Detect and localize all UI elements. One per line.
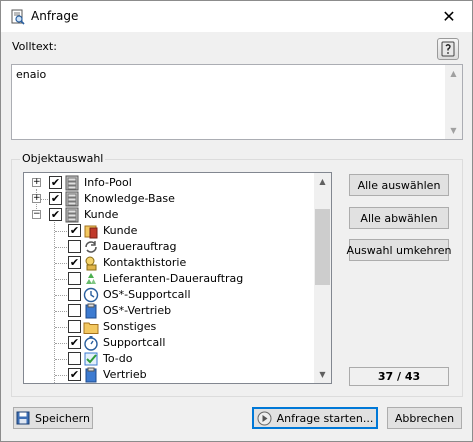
- checkbox-checked[interactable]: ✔: [49, 192, 62, 205]
- tree-label: Info-Pool: [84, 176, 132, 189]
- objektauswahl-title: Objektauswahl: [20, 152, 106, 165]
- clipboard-blue-icon: [85, 303, 97, 319]
- tree-label: Dauerauftrag: [103, 240, 177, 253]
- tree-line: [55, 279, 67, 280]
- cabinet-icon: [65, 207, 79, 223]
- tree-label: Kunde: [84, 208, 119, 221]
- volltext-value: enaio: [16, 68, 47, 81]
- tree-row-lieferanten-dauerauftrag[interactable]: Lieferanten-Dauerauftrag: [24, 271, 314, 287]
- close-button[interactable]: ✕: [426, 1, 472, 32]
- tree-row-os-vertrieb[interactable]: OS*-Vertrieb: [24, 303, 314, 319]
- scroll-up-arrow-icon[interactable]: ▲: [445, 65, 462, 82]
- volltext-label: Volltext:: [12, 40, 57, 53]
- tree-line: [55, 327, 67, 328]
- checkbox-checked[interactable]: ✔: [68, 224, 81, 237]
- clipboard-blue-icon: [85, 367, 97, 383]
- checkbox-unchecked[interactable]: [68, 352, 81, 365]
- collapse-minus-icon[interactable]: −: [32, 210, 41, 219]
- close-icon: ✕: [442, 7, 456, 26]
- tree-line: [41, 199, 48, 200]
- play-circle-icon: [257, 411, 272, 425]
- expand-plus-icon[interactable]: +: [32, 194, 41, 203]
- deselect-all-button[interactable]: Alle abwählen: [349, 207, 449, 229]
- start-query-button[interactable]: Anfrage starten...: [252, 407, 378, 429]
- tree-label: Kunde: [103, 224, 138, 237]
- cabinet-icon: [65, 175, 79, 191]
- checkbox-unchecked[interactable]: [68, 304, 81, 317]
- scroll-down-arrow-icon[interactable]: ▼: [314, 366, 331, 383]
- cancel-button[interactable]: Abbrechen: [387, 407, 462, 429]
- tree-row-to-do[interactable]: To-do: [24, 351, 314, 367]
- selection-count: 37 / 43: [349, 367, 449, 386]
- tree-label: OS*-Supportcall: [103, 288, 191, 301]
- tree-label: OS*-Vertrieb: [103, 304, 172, 317]
- tree-line: [55, 263, 67, 264]
- tree-line: [55, 295, 67, 296]
- volltext-input[interactable]: enaio ▲ ▼: [11, 64, 463, 140]
- save-button[interactable]: Speichern: [13, 407, 93, 429]
- todo-check-icon: [84, 352, 98, 366]
- checkbox-checked[interactable]: ✔: [49, 208, 62, 221]
- tree-row-os-supportcall[interactable]: OS*-Supportcall: [24, 287, 314, 303]
- scroll-up-arrow-icon[interactable]: ▲: [314, 173, 331, 190]
- recurring-arrows-icon: [85, 241, 97, 253]
- folder-icon: [83, 322, 99, 334]
- tree-row-knowledge-base[interactable]: + ✔ Knowledge-Base: [24, 191, 314, 207]
- checkbox-unchecked[interactable]: [68, 320, 81, 333]
- tree-row-vertrieb[interactable]: ✔ Vertrieb: [24, 367, 314, 383]
- window-title: Anfrage: [31, 9, 79, 23]
- tree-label: Sonstiges: [103, 320, 157, 333]
- tree-line: [55, 343, 67, 344]
- checkbox-unchecked[interactable]: [68, 272, 81, 285]
- recycle-icon: [86, 273, 96, 284]
- tree-row-kunde-cabinet[interactable]: − ✔ Kunde: [24, 207, 314, 223]
- object-tree[interactable]: + ✔ Info-Pool + ✔ Knowledge-Base − ✔ Kun…: [23, 172, 332, 384]
- scroll-down-arrow-icon[interactable]: ▼: [445, 122, 462, 139]
- tree-line: [55, 311, 67, 312]
- tree-line: [55, 247, 67, 248]
- checkbox-checked[interactable]: ✔: [68, 368, 81, 381]
- tree-label: Kontakthistorie: [103, 256, 187, 269]
- tree-scrollbar[interactable]: ▲ ▼: [314, 173, 331, 383]
- anfrage-dialog: Anfrage ✕ Volltext: enaio ▲ ▼ Objektausw…: [0, 0, 473, 442]
- tree-line: [55, 231, 67, 232]
- save-label: Speichern: [35, 411, 90, 425]
- tree-label: To-do: [103, 352, 133, 365]
- document-search-icon: [11, 9, 25, 25]
- question-book-icon: [441, 41, 455, 57]
- scroll-thumb[interactable]: [315, 209, 330, 285]
- tree-label: Knowledge-Base: [84, 192, 175, 205]
- tree-row-kontakthistorie[interactable]: ✔ Kontakthistorie: [24, 255, 314, 271]
- expand-plus-icon[interactable]: +: [32, 178, 41, 187]
- stopwatch-icon: [84, 336, 98, 351]
- tree-line: [55, 375, 67, 376]
- query-help-button[interactable]: [437, 38, 459, 60]
- contact-history-icon: [85, 256, 97, 271]
- tree-row-sonstiges[interactable]: Sonstiges: [24, 319, 314, 335]
- checkbox-checked[interactable]: ✔: [49, 176, 62, 189]
- tree-row-kunde[interactable]: ✔ Kunde: [24, 223, 314, 239]
- floppy-disk-icon: [16, 411, 30, 425]
- tree-row-supportcall[interactable]: ✔ Supportcall: [24, 335, 314, 351]
- tree-row-info-pool[interactable]: + ✔ Info-Pool: [24, 175, 314, 191]
- checkbox-unchecked[interactable]: [68, 288, 81, 301]
- checkbox-checked[interactable]: ✔: [68, 336, 81, 349]
- tree-label: Lieferanten-Dauerauftrag: [103, 272, 244, 285]
- tree-row-dauerauftrag[interactable]: Dauerauftrag: [24, 239, 314, 255]
- clock-icon: [83, 287, 99, 303]
- tree-label: Supportcall: [103, 336, 166, 349]
- title-bar: Anfrage ✕: [1, 1, 472, 32]
- select-all-button[interactable]: Alle auswählen: [349, 174, 449, 196]
- volltext-scrollbar[interactable]: ▲ ▼: [445, 65, 462, 139]
- tree-label: Vertrieb: [103, 368, 147, 381]
- start-query-label: Anfrage starten...: [276, 411, 374, 425]
- cabinet-icon: [65, 191, 79, 207]
- invert-selection-button[interactable]: Auswahl umkehren: [347, 239, 451, 261]
- checkbox-unchecked[interactable]: [68, 240, 81, 253]
- folder-book-icon: [84, 225, 98, 239]
- tree-line: [55, 359, 67, 360]
- checkbox-checked[interactable]: ✔: [68, 256, 81, 269]
